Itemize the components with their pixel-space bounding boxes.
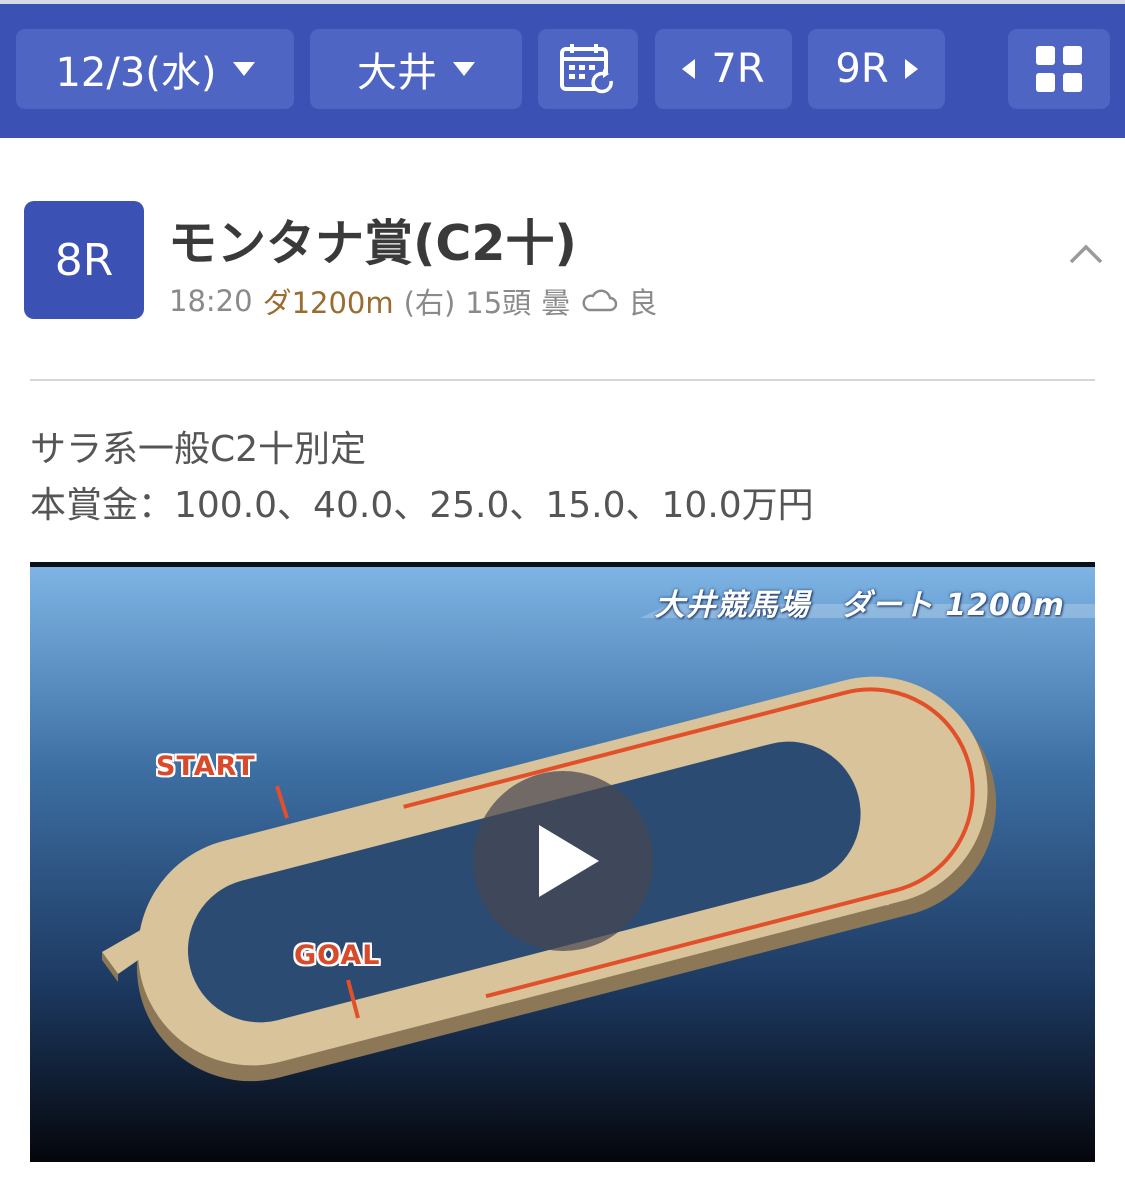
race-number-badge: 8R (24, 201, 144, 319)
distance: ダ1200m (262, 286, 394, 320)
direction: (右) (403, 286, 456, 320)
race-class: サラ系一般C2十別定 (30, 429, 367, 470)
grid-icon (1036, 46, 1082, 92)
date-label: 12/3(水) (55, 50, 217, 96)
date-selector-button[interactable]: 12/3(水) (16, 29, 294, 109)
race-meta: 18:20 ダ1200m (右) 15頭 曇 良 (169, 280, 657, 322)
play-icon (539, 825, 599, 897)
chevron-down-icon (453, 62, 475, 76)
chevron-right-icon (904, 59, 918, 79)
weather: 曇 (541, 286, 571, 320)
calendar-refresh-icon (560, 44, 614, 94)
cloud-icon (582, 289, 618, 312)
course-video-player[interactable]: 大井競馬場 ダート 1200m START GOAL (30, 562, 1095, 1162)
venue-selector-button[interactable]: 大井 (310, 29, 522, 109)
prev-race-button[interactable]: 7R (655, 29, 792, 109)
course-title: 大井競馬場 ダート 1200m (654, 588, 1065, 623)
race-number: 8R (54, 234, 114, 286)
top-nav-bar: 12/3(水) 大井 7R 9R (0, 0, 1125, 138)
start-time: 18:20 (169, 284, 253, 318)
chevron-up-icon[interactable] (1068, 240, 1104, 266)
track-condition: 良 (628, 286, 658, 320)
chevron-down-icon (232, 62, 255, 76)
play-button[interactable] (473, 771, 653, 951)
runner-count: 15頭 (465, 286, 532, 320)
race-title: モンタナ賞(C2十) (168, 215, 577, 272)
venue-label: 大井 (357, 50, 437, 96)
divider (30, 379, 1095, 381)
chevron-left-icon (682, 59, 696, 79)
goal-label: GOAL (294, 940, 381, 971)
start-label: START (156, 751, 256, 782)
next-race-button[interactable]: 9R (808, 29, 945, 109)
race-list-menu-button[interactable] (1008, 29, 1110, 109)
race-conditions: サラ系一般C2十別定 本賞金：100.0、40.0、25.0、15.0、10.0… (30, 422, 814, 534)
prize-money: 本賞金：100.0、40.0、25.0、15.0、10.0万円 (30, 485, 814, 526)
calendar-button[interactable] (538, 29, 638, 109)
prev-race-label: 7R (711, 46, 765, 92)
next-race-label: 9R (835, 46, 889, 92)
